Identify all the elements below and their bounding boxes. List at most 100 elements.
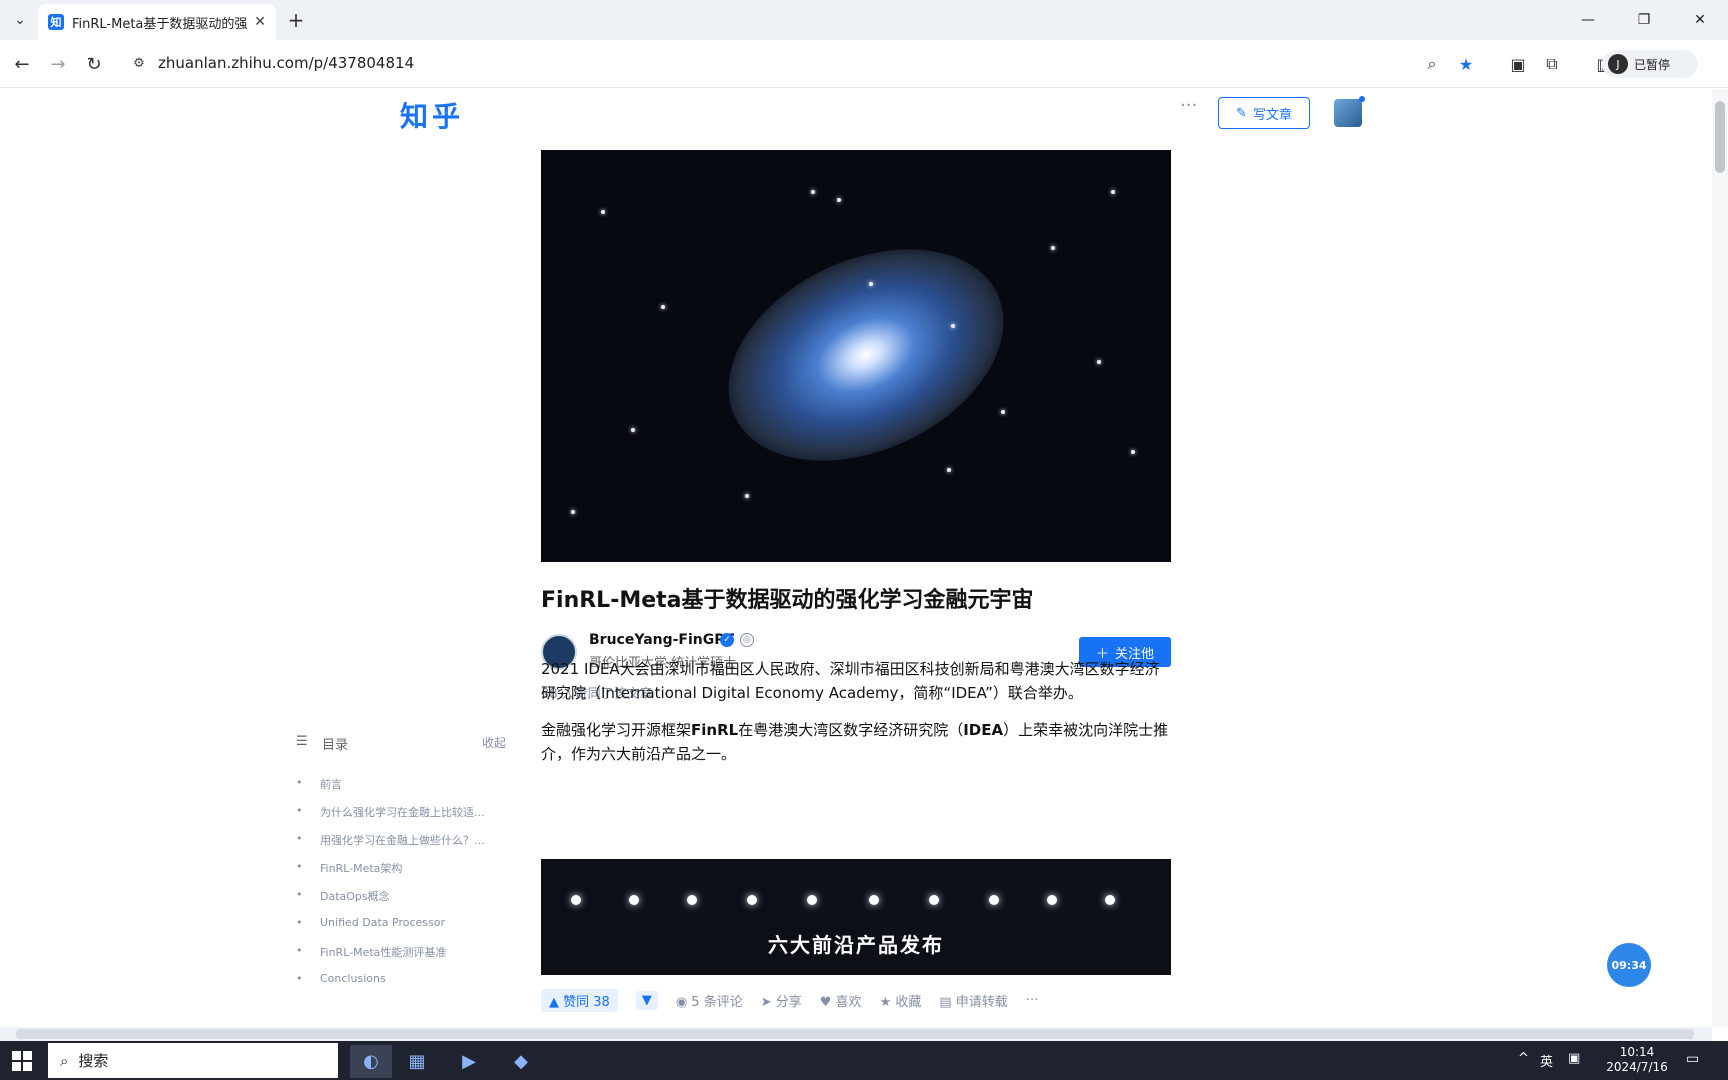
header-more-icon[interactable]: ··· (1180, 95, 1197, 116)
toc-item[interactable]: FinRL-Meta架构 (296, 860, 403, 876)
toc-item[interactable]: Conclusions (296, 972, 386, 985)
toc-item-label: FinRL-Meta性能测评基准 (320, 946, 447, 959)
horizontal-scrollbar[interactable] (0, 1027, 1712, 1041)
toc-item-label: 前言 (320, 778, 342, 791)
like-button[interactable]: ♥ 喜欢 (820, 991, 862, 1010)
toc-collapse-button[interactable]: 收起 (482, 734, 506, 751)
article-action-bar: ▲ 赞同 38 ▼ ◉ 5 条评论 ➤ 分享 ♥ 喜欢 ★ 收藏 ▤ 申请转载 … (541, 987, 1171, 1013)
site-info-icon[interactable]: ⚙ (130, 54, 148, 72)
downvote-button[interactable]: ▼ (635, 990, 658, 1010)
tray-chevron-icon[interactable]: ^ (1518, 1051, 1529, 1066)
address-bar[interactable]: zhuanlan.zhihu.com/p/437804814 (158, 54, 414, 72)
vertical-scrollbar-thumb[interactable] (1715, 101, 1725, 173)
toc-title: 目录 (322, 738, 349, 753)
taskbar-app-terminal[interactable]: ▶ (448, 1045, 490, 1078)
toc-item[interactable]: DataOps概念 (296, 888, 390, 904)
toc-item-label: 为什么强化学习在金融上比较适... (320, 806, 485, 819)
user-avatar[interactable] (1334, 96, 1365, 127)
search-placeholder: 搜索 (78, 1052, 109, 1070)
notification-icon[interactable]: ▭ (1686, 1051, 1706, 1069)
upvote-button[interactable]: ▲ 赞同 38 (541, 988, 618, 1012)
idea-link[interactable]: IDEA (963, 721, 1003, 739)
tab-list-icon[interactable]: ⌄ (8, 8, 32, 32)
write-article-button[interactable]: ✎ 写文章 (1218, 97, 1310, 129)
share-label: 分享 (775, 994, 802, 1010)
toc-item-label: FinRL-Meta架构 (320, 862, 403, 875)
clock-time: 10:14 (1619, 1045, 1655, 1059)
paragraph-2: 金融强化学习开源框架FinRL在粤港澳大湾区数字经济研究院（IDEA）上荣幸被沈… (541, 718, 1171, 766)
article-title: FinRL-Meta基于数据驱动的强化学习金融元宇宙 (541, 588, 1034, 613)
star-icon: ★ (879, 994, 896, 1010)
toc-item[interactable]: FinRL-Meta性能测评基准 (296, 944, 447, 960)
toc-item-label: DataOps概念 (320, 890, 390, 903)
license-label: 申请转载 (955, 994, 1008, 1010)
license-button[interactable]: ▤ 申请转载 (939, 991, 1007, 1010)
screen: ⌄ 知 FinRL-Meta基于数据驱动的强 ✕ + — ❐ ✕ ← → ↻ ⚙… (0, 0, 1728, 1080)
finrl-link[interactable]: FinRL (691, 721, 738, 739)
close-tab-icon[interactable]: ✕ (254, 14, 266, 30)
license-icon: ▤ (939, 994, 956, 1010)
tray-app-icon[interactable]: ▣ (1568, 1051, 1580, 1066)
browser-tab[interactable]: 知 FinRL-Meta基于数据驱动的强 ✕ (38, 4, 276, 40)
restore-icon[interactable]: ❐ (1616, 0, 1672, 40)
forward-icon[interactable]: → (46, 52, 70, 76)
horizontal-scrollbar-thumb[interactable] (16, 1029, 1694, 1039)
embedded-video[interactable]: 六大前沿产品发布 (541, 859, 1171, 975)
recording-timer[interactable]: 09:34 (1607, 943, 1651, 987)
minimize-icon[interactable]: — (1560, 0, 1616, 40)
bookmark-star-icon[interactable]: ★ (1454, 52, 1478, 76)
write-article-label: 写文章 (1252, 107, 1292, 123)
galaxy-image (694, 207, 1038, 503)
zoom-icon[interactable]: ⌕ (1420, 52, 1444, 76)
tab-title: FinRL-Meta基于数据驱动的强 (72, 16, 248, 32)
verified-icon: ✓ (720, 633, 734, 647)
share-icon: ➤ (760, 994, 776, 1010)
author-name[interactable]: BruceYang-FinGPT (589, 632, 734, 648)
like-label: 喜欢 (835, 994, 862, 1010)
taskbar-clock[interactable]: 10:14 2024/7/16 (1600, 1045, 1674, 1075)
back-icon[interactable]: ← (10, 52, 34, 76)
video-caption: 六大前沿产品发布 (768, 933, 944, 957)
toc-item[interactable]: 为什么强化学习在金融上比较适... (296, 804, 485, 820)
favorite-button[interactable]: ★ 收藏 (880, 991, 922, 1010)
toc-item-label: 用强化学习在金融上做些什么？... (320, 834, 485, 847)
profile-status: 已暂停 (1634, 57, 1671, 72)
taskbar-app-explorer[interactable]: ▦ (396, 1045, 438, 1078)
toc-item[interactable]: 前言 (296, 776, 342, 792)
edit-icon: ✎ (1236, 105, 1247, 121)
paragraph-1: 2021 IDEA大会由深圳市福田区人民政府、深圳市福田区科技创新局和粤港澳大湾… (541, 660, 1160, 702)
favorite-label: 收藏 (895, 994, 922, 1010)
paragraph-2-mid: 在粤港澳大湾区数字经济研究院（ (738, 721, 964, 739)
heart-icon: ♥ (819, 994, 836, 1010)
comments-label: 5 条评论 (691, 994, 743, 1010)
toc-item-label: Unified Data Processor (320, 916, 445, 929)
reload-icon[interactable]: ↻ (82, 52, 106, 76)
close-window-icon[interactable]: ✕ (1672, 0, 1728, 40)
share-button[interactable]: ➤ 分享 (761, 991, 802, 1010)
search-icon: ⌕ (60, 1051, 69, 1070)
page-content: 知乎 ··· ✎ 写文章 FinRL-Meta基于数据驱动的强化学习金融元宇宙 … (0, 89, 1712, 1027)
badge-icon: ◎ (740, 633, 754, 647)
taskbar-app-pycharm[interactable]: ◆ (500, 1045, 542, 1078)
paragraph-2-prefix: 金融强化学习开源框架 (541, 721, 692, 739)
more-actions-icon[interactable]: ··· (1026, 993, 1038, 1008)
browser-toolbar: ← → ↻ ⚙ zhuanlan.zhihu.com/p/437804814 ⌕… (0, 40, 1728, 88)
zhihu-favicon-icon: 知 (48, 14, 64, 30)
browser-tab-strip: ⌄ 知 FinRL-Meta基于数据驱动的强 ✕ + — ❐ ✕ (0, 0, 1728, 40)
vertical-scrollbar[interactable] (1712, 89, 1728, 1027)
windows-taskbar: ⌕ 搜索 ◐ ▦ ▶ ◆ ^ 英 ▣ 10:14 2024/7/16 ▭ (0, 1041, 1728, 1080)
toc-item[interactable]: 用强化学习在金融上做些什么？... (296, 832, 485, 848)
puzzle-icon[interactable]: ⧉ (1540, 52, 1564, 76)
extension-icon[interactable]: ▣ (1506, 52, 1530, 76)
zhihu-logo[interactable]: 知乎 (400, 95, 464, 135)
toc-item[interactable]: Unified Data Processor (296, 916, 445, 929)
window-controls: — ❐ ✕ (1560, 0, 1728, 40)
profile-button[interactable]: J 已暂停 (1602, 50, 1698, 78)
comments-button[interactable]: ◉ 5 条评论 (676, 991, 743, 1010)
taskbar-app-browser[interactable]: ◐ (350, 1045, 392, 1078)
taskbar-search[interactable]: ⌕ 搜索 (48, 1043, 338, 1078)
ime-indicator[interactable]: 英 (1540, 1051, 1553, 1070)
windows-start-icon[interactable] (12, 1051, 32, 1071)
new-tab-icon[interactable]: + (284, 8, 308, 32)
table-of-contents: ☰ 目录 收起 前言 为什么强化学习在金融上比较适... 用强化学习在金融上做些… (296, 732, 506, 985)
